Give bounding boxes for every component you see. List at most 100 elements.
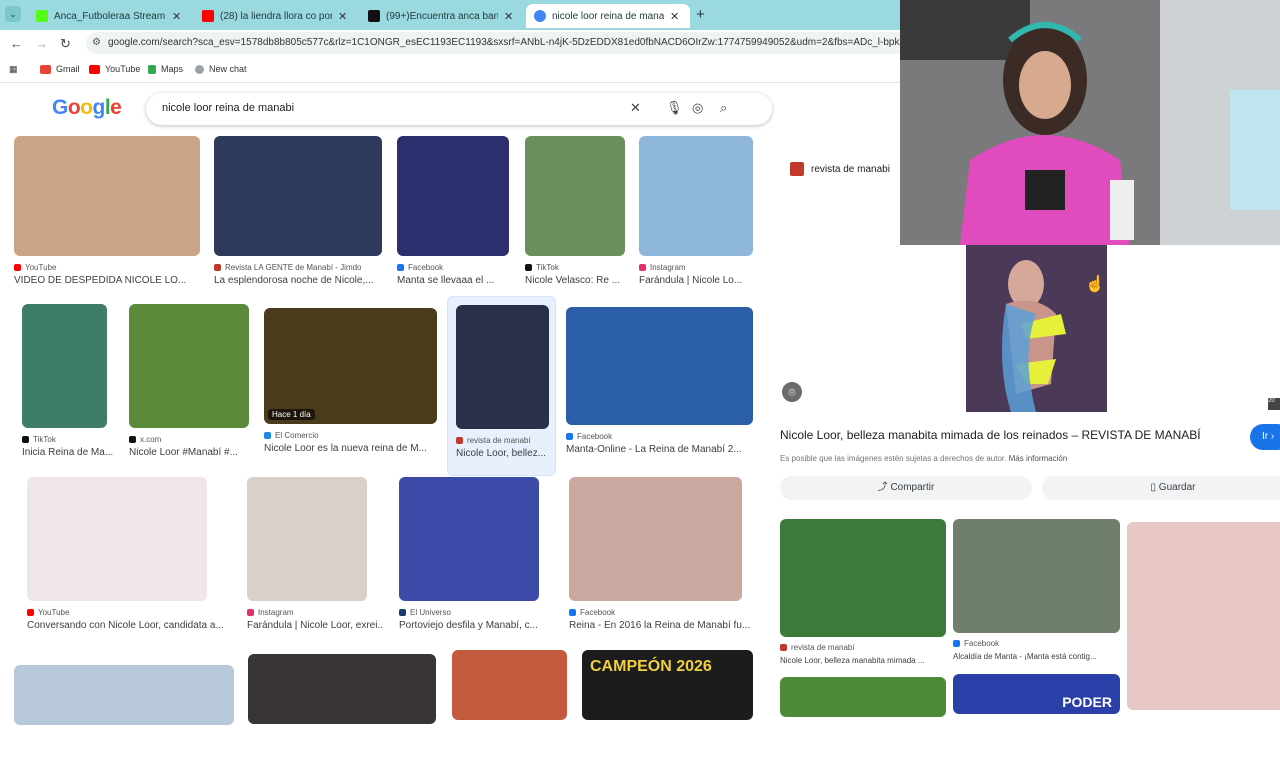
- result-thumbnail[interactable]: CAMPEÓN 2026: [582, 650, 753, 720]
- search-icon[interactable]: ⌕: [720, 100, 727, 116]
- result-title[interactable]: Nicole Velasco: Re ...: [525, 275, 641, 286]
- image-result-card[interactable]: x.com Nicole Loor #Manabí #...: [129, 304, 249, 468]
- image-result-card[interactable]: YouTube VIDEO DE DESPEDIDA NICOLE LO...: [14, 136, 200, 296]
- result-thumbnail[interactable]: [129, 304, 249, 428]
- result-source[interactable]: El Comercio: [264, 431, 319, 440]
- tab-0[interactable]: Anca_Futboleraa Stream - Watc ✕: [28, 4, 192, 28]
- related-title[interactable]: Nicole Loor, belleza manabita mimada ...: [780, 656, 948, 665]
- result-source[interactable]: Revista LA GENTE de Manabí - Jimdo: [214, 263, 362, 272]
- site-info-icon[interactable]: ⚙: [92, 32, 101, 54]
- reload-icon[interactable]: ↻: [60, 36, 71, 52]
- preview-image[interactable]: [966, 244, 1107, 412]
- result-source[interactable]: TikTok: [22, 435, 56, 444]
- result-source[interactable]: Instagram: [247, 608, 294, 617]
- bookmark-new-chat[interactable]: New chat: [195, 64, 247, 74]
- image-result-card[interactable]: Facebook Manta-Online - La Reina de Manab…: [566, 307, 753, 465]
- image-result-card[interactable]: [452, 650, 567, 760]
- result-title[interactable]: Nicole Loor #Manabí #...: [129, 447, 265, 458]
- related-image-card[interactable]: PODER: [953, 674, 1120, 754]
- more-info-link[interactable]: Más información: [1009, 454, 1068, 463]
- visual-search-icon[interactable]: ⌾: [780, 380, 804, 404]
- related-source[interactable]: revista de manabí: [780, 643, 855, 652]
- related-thumbnail[interactable]: PODER: [953, 674, 1120, 714]
- image-result-card[interactable]: El Universo Portoviejo desfila y Manabí, …: [399, 477, 539, 641]
- result-thumbnail[interactable]: [14, 665, 234, 725]
- new-tab-icon[interactable]: +: [696, 6, 705, 23]
- tab-close-icon[interactable]: ✕: [172, 10, 181, 23]
- apps-icon[interactable]: ▦: [9, 64, 18, 75]
- search-box[interactable]: nicole loor reina de manabi ✕ 🎙 ◎ ⌕: [146, 93, 772, 125]
- related-image-card[interactable]: revista de manabí Nicole Loor, belleza ma…: [780, 519, 946, 677]
- tab-close-icon[interactable]: ✕: [338, 10, 347, 23]
- result-title[interactable]: Nicole Loor es la nueva reina de M...: [264, 443, 453, 454]
- result-title[interactable]: Farándula | Nicole Loor, exrei...: [247, 620, 383, 631]
- address-bar[interactable]: ⚙ google.com/search?sca_esv=1578db8b805c…: [86, 32, 916, 54]
- result-source[interactable]: Facebook: [397, 263, 443, 272]
- result-source[interactable]: Facebook: [566, 432, 612, 441]
- image-result-card[interactable]: Facebook Manta se llevaaa el ...: [397, 136, 509, 296]
- result-title[interactable]: VIDEO DE DESPEDIDA NICOLE LO...: [14, 275, 216, 286]
- result-thumbnail[interactable]: [456, 305, 549, 429]
- related-thumbnail[interactable]: [780, 519, 946, 637]
- result-thumbnail[interactable]: [14, 136, 200, 256]
- image-result-card[interactable]: Revista LA GENTE de Manabí - Jimdo La esp…: [214, 136, 382, 296]
- image-result-card[interactable]: Instagram Farándula | Nicole Loor, exrei.…: [247, 477, 383, 641]
- image-result-card[interactable]: Facebook Reina - En 2016 la Reina de Mana…: [569, 477, 750, 641]
- result-source[interactable]: El Universo: [399, 608, 451, 617]
- related-image-card[interactable]: Facebook Alcaldía de Manta - ¡Manta está …: [953, 519, 1120, 673]
- image-result-card[interactable]: TikTok Nicole Velasco: Re ...: [525, 136, 625, 296]
- related-title[interactable]: Alcaldía de Manta - ¡Manta está contig..…: [953, 652, 1122, 661]
- result-thumbnail[interactable]: [27, 477, 207, 601]
- related-thumbnail[interactable]: [953, 519, 1120, 633]
- result-thumbnail[interactable]: Hace 1 día: [264, 308, 437, 424]
- image-result-card[interactable]: revista de manabí Nicole Loor, bellez...: [447, 296, 556, 476]
- result-source[interactable]: Facebook: [569, 608, 615, 617]
- result-thumbnail[interactable]: [639, 136, 753, 256]
- tab-1[interactable]: (28) la liendra llora co por la g ✕: [194, 4, 358, 28]
- result-thumbnail[interactable]: [566, 307, 753, 425]
- bookmark-maps[interactable]: Maps: [148, 64, 183, 74]
- result-thumbnail[interactable]: [247, 477, 367, 601]
- lens-icon[interactable]: ◎: [692, 100, 703, 116]
- image-result-card[interactable]: Hace 1 día El Comercio Nicole Loor es la n…: [264, 308, 437, 464]
- result-thumbnail[interactable]: [22, 304, 107, 428]
- result-thumbnail[interactable]: [452, 650, 567, 720]
- related-image-card[interactable]: [1127, 522, 1280, 750]
- result-title[interactable]: Nicole Loor, bellez...: [456, 448, 549, 459]
- image-result-card[interactable]: [14, 665, 234, 765]
- visit-button[interactable]: Ir ›: [1250, 424, 1280, 450]
- result-source[interactable]: Instagram: [639, 263, 686, 272]
- result-title[interactable]: La esplendorosa noche de Nicole,...: [214, 275, 398, 286]
- result-thumbnail[interactable]: [214, 136, 382, 256]
- tab-close-icon[interactable]: ✕: [670, 10, 679, 23]
- result-thumbnail[interactable]: [248, 654, 436, 724]
- result-source[interactable]: revista de manabí: [456, 436, 531, 445]
- tab-2[interactable]: (99+)Encuentra anca baneada ✕: [360, 4, 524, 28]
- google-logo[interactable]: Google: [52, 96, 122, 120]
- result-thumbnail[interactable]: [397, 136, 509, 256]
- result-title[interactable]: Manta-Online - La Reina de Manabí 2...: [566, 444, 769, 455]
- result-source[interactable]: TikTok: [525, 263, 559, 272]
- related-image-card[interactable]: [780, 677, 946, 757]
- save-button[interactable]: ▯ Guardar: [1042, 476, 1280, 500]
- share-button[interactable]: ⤴ Compartir: [780, 476, 1032, 500]
- result-thumbnail[interactable]: [399, 477, 539, 601]
- related-thumbnail[interactable]: [1127, 522, 1280, 710]
- voice-search-icon[interactable]: 🎙: [666, 100, 683, 116]
- image-result-card[interactable]: TikTok Inicia Reina de Ma...: [22, 304, 113, 468]
- result-thumbnail[interactable]: [569, 477, 742, 601]
- search-input[interactable]: nicole loor reina de manabi: [162, 102, 294, 114]
- tab-search-button[interactable]: ⌄: [5, 6, 21, 22]
- result-title[interactable]: Inicia Reina de Ma...: [22, 447, 123, 458]
- bookmark-gmail[interactable]: Gmail: [40, 64, 80, 74]
- back-icon[interactable]: ←: [10, 36, 23, 51]
- result-source[interactable]: x.com: [129, 435, 161, 444]
- result-source[interactable]: YouTube: [14, 263, 56, 272]
- result-title[interactable]: Reina - En 2016 la Reina de Manabí fu...: [569, 620, 758, 631]
- image-result-card[interactable]: Instagram Farándula | Nicole Lo...: [639, 136, 753, 296]
- panel-source[interactable]: revista de manabi: [790, 162, 890, 176]
- result-title[interactable]: Farándula | Nicole Lo...: [639, 275, 769, 286]
- bookmark-youtube[interactable]: YouTube: [89, 64, 140, 74]
- image-result-card[interactable]: CAMPEÓN 2026: [582, 650, 753, 760]
- result-source[interactable]: YouTube: [27, 608, 69, 617]
